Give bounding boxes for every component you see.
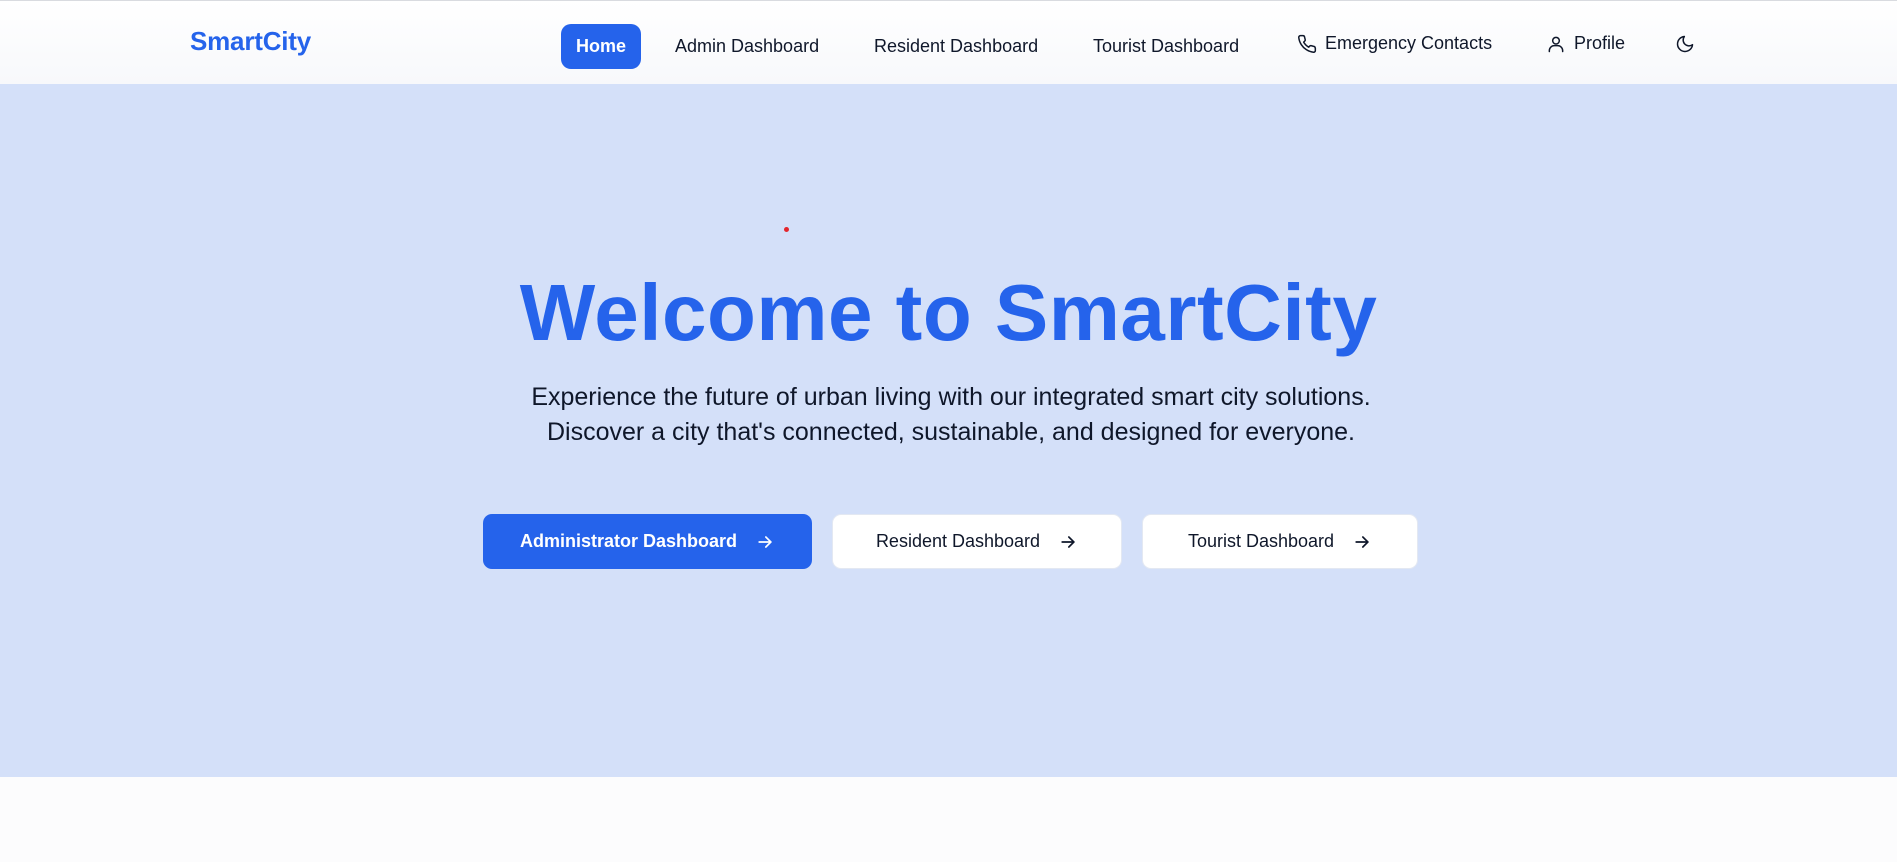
tourist-dashboard-button-label: Tourist Dashboard xyxy=(1187,531,1335,551)
page-lower-section xyxy=(0,777,1897,862)
arrow-right-icon xyxy=(1352,532,1372,552)
resident-dashboard-button-label: Resident Dashboard xyxy=(875,531,1041,551)
nav-profile-label: Profile xyxy=(1574,33,1626,53)
nav-tourist-dashboard[interactable]: Tourist Dashboard xyxy=(1093,24,1239,69)
nav-emergency-contacts[interactable]: Emergency Contacts xyxy=(1297,21,1492,66)
arrow-right-icon xyxy=(1058,532,1078,552)
nav-admin-dashboard[interactable]: Admin Dashboard xyxy=(675,24,819,69)
nav-profile[interactable]: Profile xyxy=(1546,21,1625,66)
administrator-dashboard-button[interactable]: Administrator Dashboard xyxy=(483,514,812,569)
hero-subtitle: Experience the future of urban living wi… xyxy=(531,383,1371,446)
theme-toggle-button[interactable] xyxy=(1675,21,1695,66)
phone-icon xyxy=(1297,34,1317,54)
arrow-right-icon xyxy=(755,532,775,552)
nav-resident-dashboard[interactable]: Resident Dashboard xyxy=(874,24,1038,69)
indicator-dot xyxy=(784,227,789,232)
administrator-dashboard-button-label: Administrator Dashboard xyxy=(519,531,738,551)
nav-home-label: Home xyxy=(576,36,627,56)
nav-admin-dashboard-label: Admin Dashboard xyxy=(675,36,820,56)
nav-resident-dashboard-label: Resident Dashboard xyxy=(874,36,1039,56)
brand-logo[interactable]: SmartCity xyxy=(190,26,311,57)
tourist-dashboard-button[interactable]: Tourist Dashboard xyxy=(1142,514,1418,569)
nav-home[interactable]: Home xyxy=(561,24,642,69)
user-icon xyxy=(1546,34,1566,54)
hero-title: Welcome to SmartCity xyxy=(519,268,1378,357)
moon-icon xyxy=(1675,34,1695,54)
navbar: SmartCity Home Admin Dashboard Resident … xyxy=(0,0,1897,84)
nav-emergency-contacts-label: Emergency Contacts xyxy=(1325,33,1493,53)
nav-tourist-dashboard-label: Tourist Dashboard xyxy=(1093,36,1240,56)
resident-dashboard-button[interactable]: Resident Dashboard xyxy=(832,514,1122,569)
